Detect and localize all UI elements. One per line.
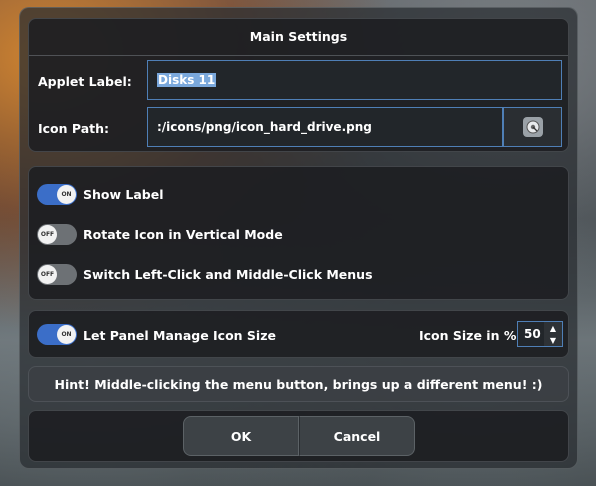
icon-browse-button[interactable]	[503, 107, 562, 147]
main-settings-title: Main Settings	[249, 29, 348, 44]
icon-size-value: 50	[524, 327, 541, 341]
switch-click-menus-toggle[interactable]: OFF	[37, 264, 77, 285]
ok-button[interactable]: OK	[183, 416, 299, 456]
hint-text: Hint! Middle-clicking the menu button, b…	[54, 377, 543, 392]
rotate-icon-toggle[interactable]: OFF	[37, 224, 77, 245]
toggle-knob: ON	[57, 185, 76, 204]
toggle-knob: OFF	[38, 225, 57, 244]
title-divider	[29, 55, 568, 56]
panel-manage-icon-size-text: Let Panel Manage Icon Size	[83, 328, 276, 343]
icon-size-panel: ON Let Panel Manage Icon Size Icon Size …	[28, 310, 569, 358]
icon-path-label: Icon Path:	[38, 121, 110, 136]
icon-size-label: Icon Size in %	[419, 328, 517, 343]
show-label-toggle[interactable]: ON	[37, 184, 77, 205]
show-label-text: Show Label	[83, 187, 164, 202]
icon-path-value: :/icons/png/icon_hard_drive.png	[157, 120, 372, 134]
icon-path-input[interactable]: :/icons/png/icon_hard_drive.png	[147, 107, 503, 147]
rotate-icon-text: Rotate Icon in Vertical Mode	[83, 227, 283, 242]
cancel-button[interactable]: Cancel	[299, 416, 415, 456]
disk-icon	[522, 117, 543, 137]
applet-label-value: Disks 11	[157, 73, 217, 87]
panel-manage-icon-size-toggle[interactable]: ON	[37, 324, 77, 345]
spin-down-icon[interactable]: ▼	[544, 334, 562, 346]
applet-label-label: Applet Label:	[38, 74, 132, 89]
icon-size-spinbox[interactable]: 50 ▲ ▼	[517, 321, 563, 347]
applet-label-input[interactable]: Disks 11	[147, 60, 562, 100]
spin-up-icon[interactable]: ▲	[544, 322, 562, 334]
switch-click-menus-text: Switch Left-Click and Middle-Click Menus	[83, 267, 373, 282]
hint-panel: Hint! Middle-clicking the menu button, b…	[28, 366, 569, 402]
toggle-knob: OFF	[38, 265, 57, 284]
options-panel: ON Show Label OFF Rotate Icon in Vertica…	[28, 166, 569, 300]
main-settings-panel: Main Settings Applet Label: Disks 11 Ico…	[28, 18, 569, 152]
spin-arrows: ▲ ▼	[544, 322, 562, 346]
toggle-knob: ON	[57, 325, 76, 344]
